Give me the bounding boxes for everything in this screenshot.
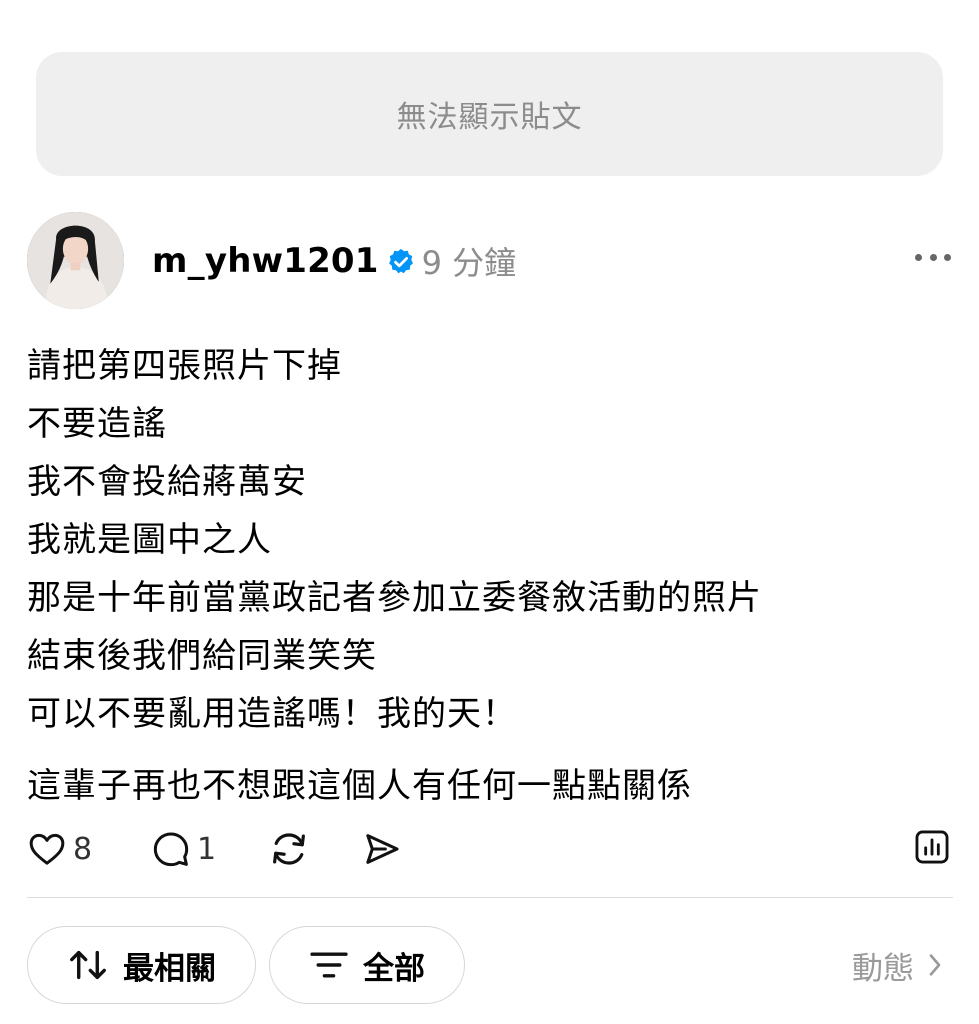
like-count: 8	[73, 831, 93, 867]
repost-button[interactable]	[268, 828, 362, 870]
post-line: 那是十年前當黨政記者參加立委餐敘活動的照片	[27, 578, 762, 618]
avatar[interactable]	[27, 212, 124, 309]
comment-button[interactable]: 1	[151, 829, 268, 869]
comment-count: 1	[197, 831, 217, 867]
post-line: 可以不要亂用造謠嗎！我的天！	[27, 694, 517, 734]
sort-arrows-icon	[70, 950, 106, 980]
username[interactable]: m_yhw1201	[152, 241, 379, 281]
insights-chart-icon	[915, 830, 949, 864]
more-dot	[929, 253, 937, 261]
unavailable-post-text: 無法顯示貼文	[396, 100, 583, 135]
post-line: 請把第四張照片下掉	[27, 346, 342, 386]
more-options-button[interactable]	[911, 244, 955, 270]
post-text: 請把第四張照片下掉 不要造謠 我不會投給蔣萬安 我就是圖中之人 那是十年前當黨政…	[27, 337, 957, 815]
post-actions: 8 1	[27, 826, 952, 872]
share-button[interactable]	[362, 829, 402, 869]
comment-bubble-icon	[153, 832, 189, 867]
send-icon	[366, 834, 399, 864]
unavailable-post-notice: 無法顯示貼文	[36, 52, 943, 176]
sort-label: 最相關	[123, 950, 216, 987]
post-line: 我就是圖中之人	[27, 520, 272, 560]
divider	[27, 897, 953, 898]
post-header: m_yhw1201 9 分鐘	[152, 236, 516, 286]
like-button[interactable]: 8	[27, 829, 151, 869]
more-dot	[944, 253, 951, 261]
filter-all-button[interactable]: 全部	[269, 926, 465, 1004]
insights-button[interactable]	[913, 828, 951, 866]
verified-badge-icon	[386, 247, 416, 277]
sort-relevance-button[interactable]: 最相關	[27, 926, 256, 1004]
avatar-image	[27, 212, 124, 309]
activity-label: 動態	[852, 950, 914, 987]
filter-lines-icon	[310, 952, 348, 978]
heart-icon	[29, 833, 65, 865]
more-dots-icon	[915, 253, 922, 261]
activity-link[interactable]: 動態	[852, 940, 942, 990]
post-line: 不要造謠	[27, 404, 167, 444]
threads-post-page: 無法顯示貼文 m_yhw1201 9 分鐘 請把第四張照片下掉 不要造謠 我不會…	[0, 0, 979, 1024]
post-time: 9 分鐘	[421, 244, 517, 282]
post-line: 這輩子再也不想跟這個人有任何一點點關係	[27, 766, 692, 806]
post-line: 結束後我們給同業笑笑	[27, 636, 377, 676]
chevron-right-icon	[929, 954, 941, 976]
post-line: 我不會投給蔣萬安	[27, 462, 307, 502]
repost-icon	[273, 833, 305, 865]
filter-label: 全部	[363, 950, 425, 987]
